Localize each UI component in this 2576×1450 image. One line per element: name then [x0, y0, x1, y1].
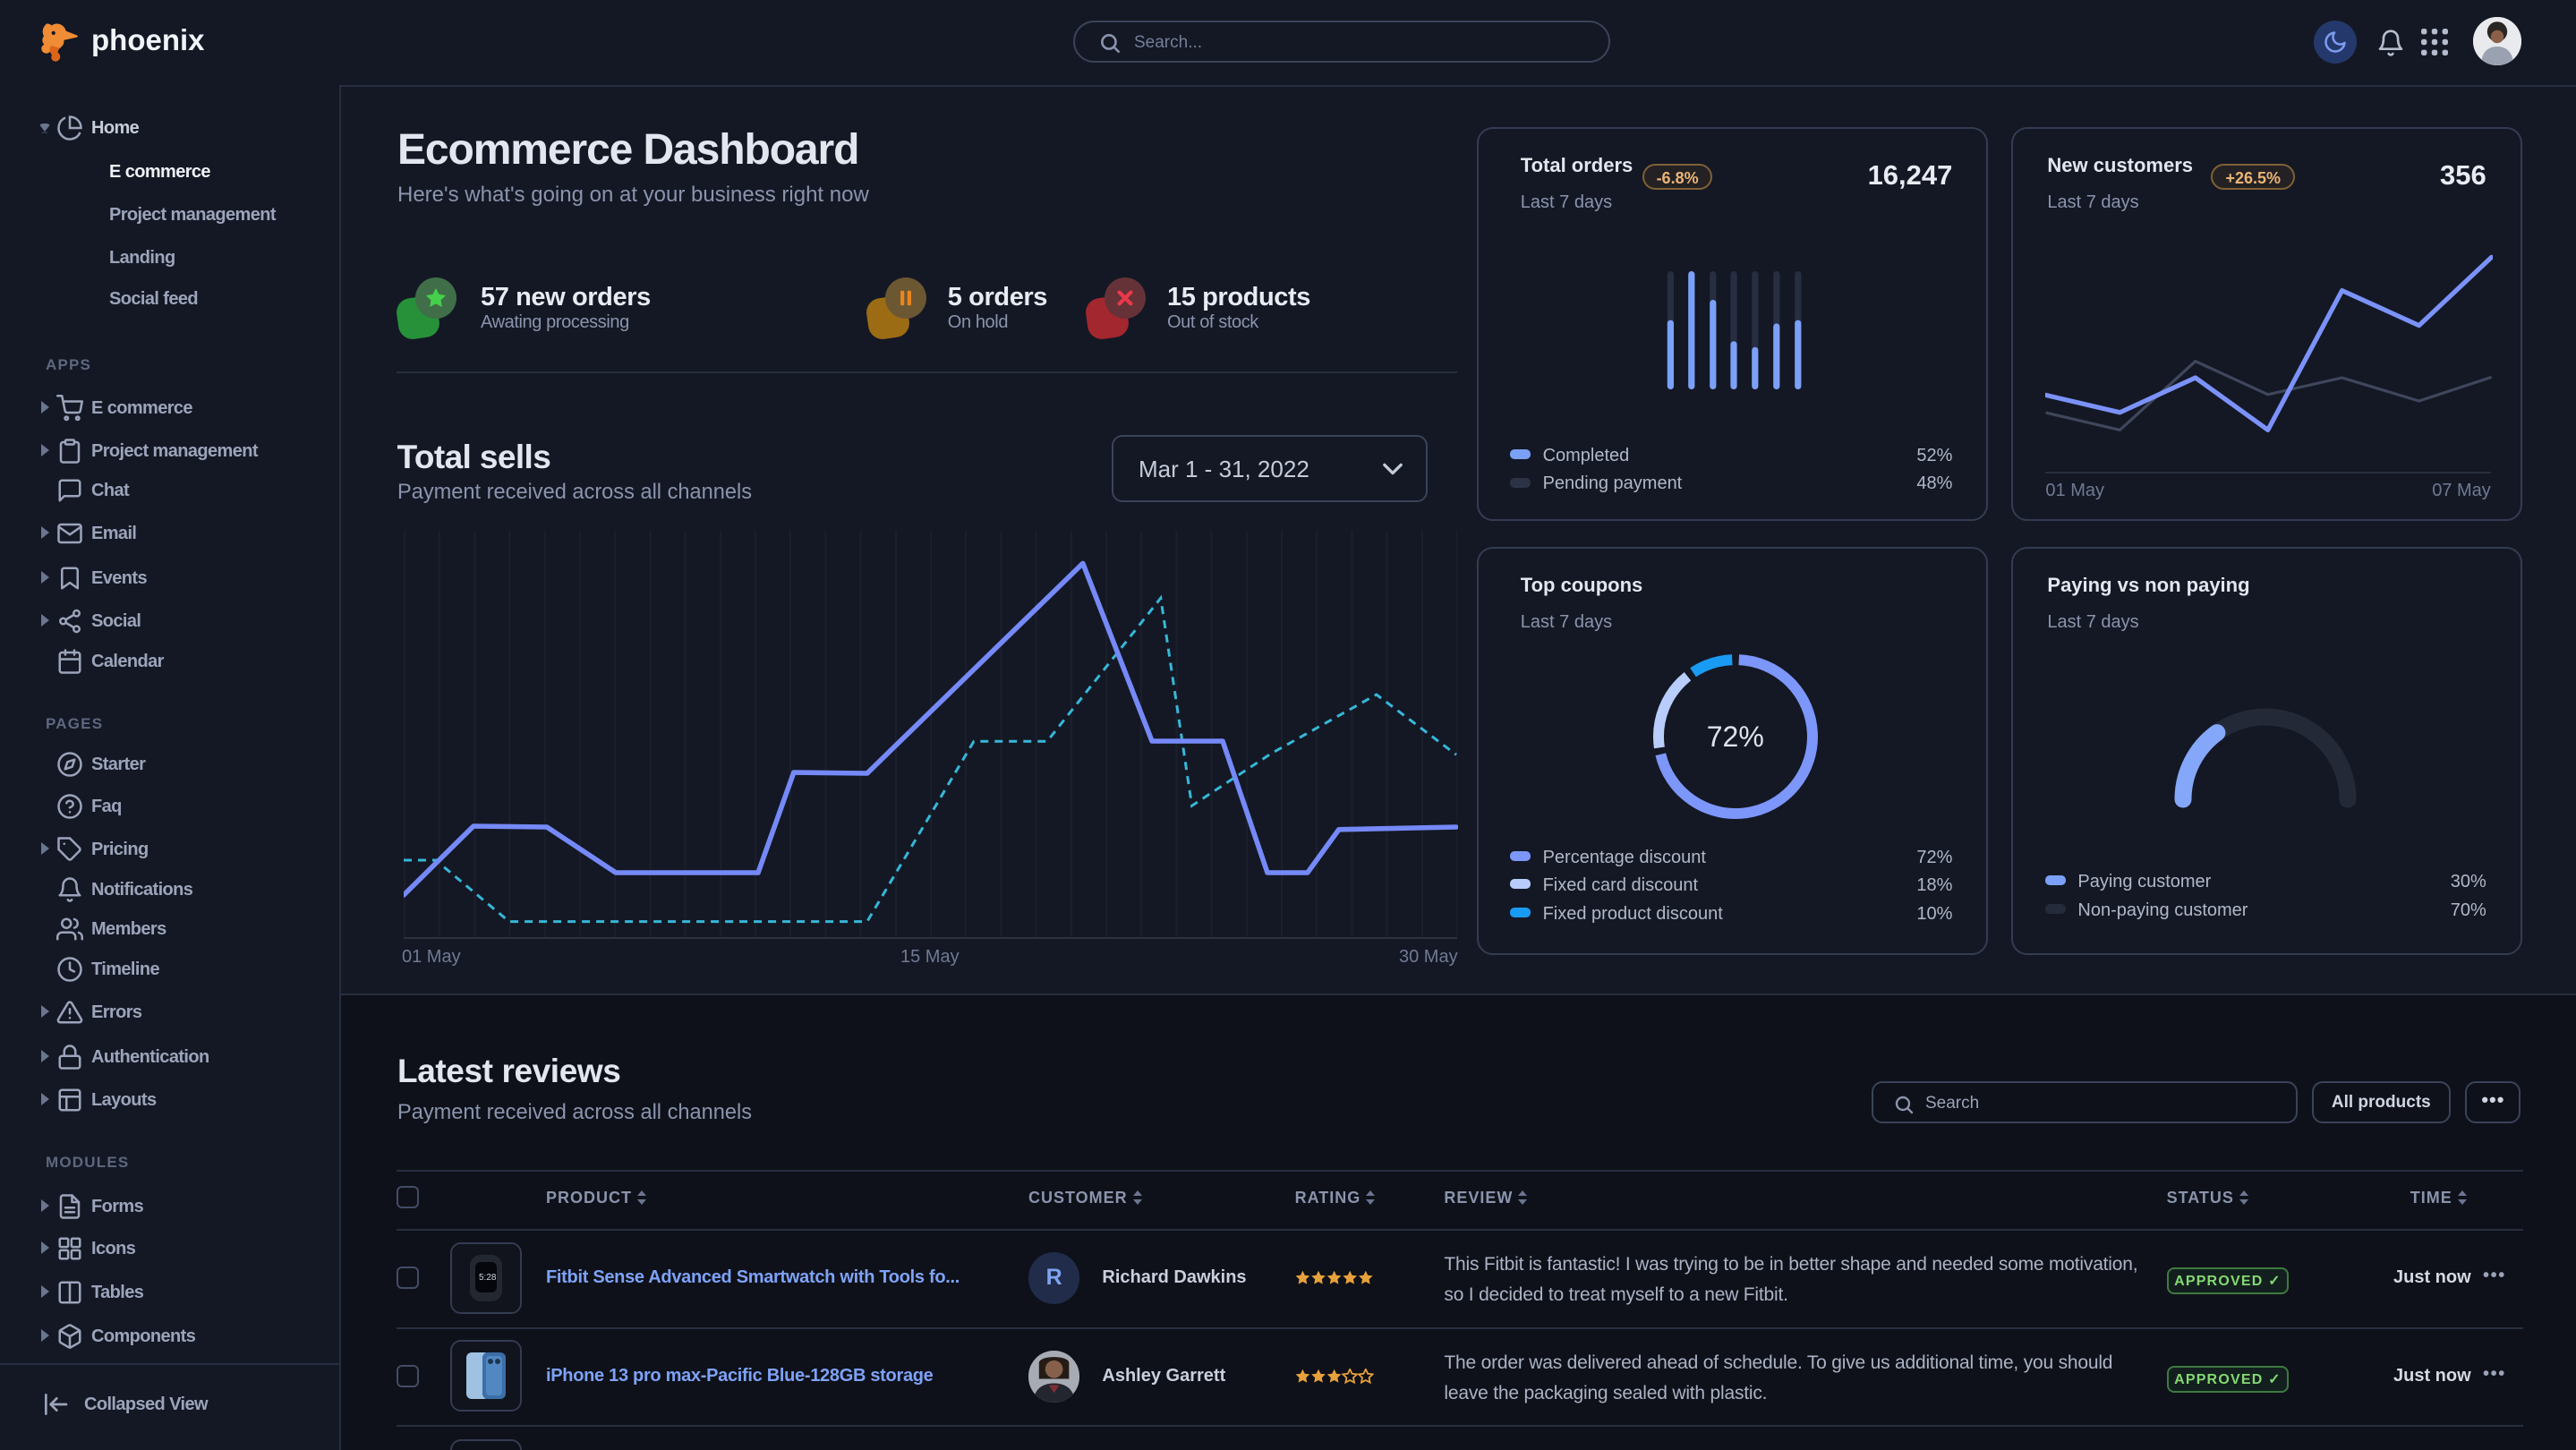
svg-text:5:28: 5:28: [479, 1273, 497, 1283]
